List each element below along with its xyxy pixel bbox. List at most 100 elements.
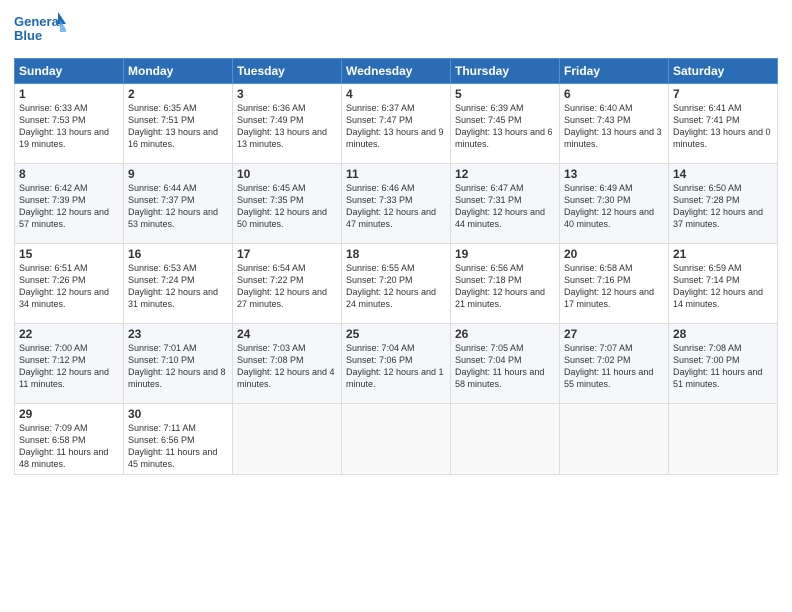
day-info: Sunrise: 6:58 AMSunset: 7:16 PMDaylight:… [564, 262, 664, 311]
day-number: 23 [128, 327, 228, 341]
svg-text:General: General [14, 14, 62, 29]
calendar-cell: 13Sunrise: 6:49 AMSunset: 7:30 PMDayligh… [560, 164, 669, 244]
day-info: Sunrise: 7:03 AMSunset: 7:08 PMDaylight:… [237, 342, 337, 391]
day-info: Sunrise: 7:11 AMSunset: 6:56 PMDaylight:… [128, 422, 228, 471]
calendar-cell: 17Sunrise: 6:54 AMSunset: 7:22 PMDayligh… [233, 244, 342, 324]
day-number: 29 [19, 407, 119, 421]
calendar-cell [451, 404, 560, 475]
day-number: 26 [455, 327, 555, 341]
calendar-cell: 19Sunrise: 6:56 AMSunset: 7:18 PMDayligh… [451, 244, 560, 324]
day-info: Sunrise: 6:39 AMSunset: 7:45 PMDaylight:… [455, 102, 555, 151]
day-info: Sunrise: 6:53 AMSunset: 7:24 PMDaylight:… [128, 262, 228, 311]
day-number: 15 [19, 247, 119, 261]
day-info: Sunrise: 6:50 AMSunset: 7:28 PMDaylight:… [673, 182, 773, 231]
day-info: Sunrise: 7:04 AMSunset: 7:06 PMDaylight:… [346, 342, 446, 391]
day-number: 4 [346, 87, 446, 101]
calendar-cell: 26Sunrise: 7:05 AMSunset: 7:04 PMDayligh… [451, 324, 560, 404]
day-info: Sunrise: 6:47 AMSunset: 7:31 PMDaylight:… [455, 182, 555, 231]
col-header-monday: Monday [124, 59, 233, 84]
day-number: 5 [455, 87, 555, 101]
day-number: 27 [564, 327, 664, 341]
calendar-cell [233, 404, 342, 475]
page-container: General Blue SundayMondayTuesdayWednesda… [0, 0, 792, 612]
col-header-tuesday: Tuesday [233, 59, 342, 84]
calendar-week-1: 1Sunrise: 6:33 AMSunset: 7:53 PMDaylight… [15, 84, 778, 164]
calendar-cell: 5Sunrise: 6:39 AMSunset: 7:45 PMDaylight… [451, 84, 560, 164]
col-header-sunday: Sunday [15, 59, 124, 84]
calendar-cell: 22Sunrise: 7:00 AMSunset: 7:12 PMDayligh… [15, 324, 124, 404]
calendar-cell: 8Sunrise: 6:42 AMSunset: 7:39 PMDaylight… [15, 164, 124, 244]
day-number: 10 [237, 167, 337, 181]
calendar-cell: 7Sunrise: 6:41 AMSunset: 7:41 PMDaylight… [669, 84, 778, 164]
day-info: Sunrise: 6:42 AMSunset: 7:39 PMDaylight:… [19, 182, 119, 231]
logo: General Blue [14, 10, 66, 50]
day-number: 30 [128, 407, 228, 421]
day-number: 17 [237, 247, 337, 261]
calendar-cell: 14Sunrise: 6:50 AMSunset: 7:28 PMDayligh… [669, 164, 778, 244]
col-header-thursday: Thursday [451, 59, 560, 84]
day-info: Sunrise: 6:40 AMSunset: 7:43 PMDaylight:… [564, 102, 664, 151]
calendar-cell: 29Sunrise: 7:09 AMSunset: 6:58 PMDayligh… [15, 404, 124, 475]
day-number: 20 [564, 247, 664, 261]
day-number: 7 [673, 87, 773, 101]
calendar-cell: 28Sunrise: 7:08 AMSunset: 7:00 PMDayligh… [669, 324, 778, 404]
day-info: Sunrise: 7:07 AMSunset: 7:02 PMDaylight:… [564, 342, 664, 391]
calendar-cell: 6Sunrise: 6:40 AMSunset: 7:43 PMDaylight… [560, 84, 669, 164]
calendar-cell: 25Sunrise: 7:04 AMSunset: 7:06 PMDayligh… [342, 324, 451, 404]
day-info: Sunrise: 6:41 AMSunset: 7:41 PMDaylight:… [673, 102, 773, 151]
calendar-cell: 30Sunrise: 7:11 AMSunset: 6:56 PMDayligh… [124, 404, 233, 475]
day-info: Sunrise: 6:56 AMSunset: 7:18 PMDaylight:… [455, 262, 555, 311]
day-number: 3 [237, 87, 337, 101]
day-info: Sunrise: 7:05 AMSunset: 7:04 PMDaylight:… [455, 342, 555, 391]
calendar-header-row: SundayMondayTuesdayWednesdayThursdayFrid… [15, 59, 778, 84]
calendar-cell [342, 404, 451, 475]
day-number: 28 [673, 327, 773, 341]
day-info: Sunrise: 6:49 AMSunset: 7:30 PMDaylight:… [564, 182, 664, 231]
day-info: Sunrise: 6:44 AMSunset: 7:37 PMDaylight:… [128, 182, 228, 231]
day-number: 21 [673, 247, 773, 261]
day-number: 25 [346, 327, 446, 341]
day-number: 16 [128, 247, 228, 261]
day-info: Sunrise: 6:45 AMSunset: 7:35 PMDaylight:… [237, 182, 337, 231]
day-number: 2 [128, 87, 228, 101]
calendar-table: SundayMondayTuesdayWednesdayThursdayFrid… [14, 58, 778, 475]
day-number: 13 [564, 167, 664, 181]
header: General Blue [14, 10, 778, 50]
calendar-week-5: 29Sunrise: 7:09 AMSunset: 6:58 PMDayligh… [15, 404, 778, 475]
calendar-cell: 27Sunrise: 7:07 AMSunset: 7:02 PMDayligh… [560, 324, 669, 404]
day-number: 6 [564, 87, 664, 101]
logo-icon: General Blue [14, 10, 66, 50]
day-info: Sunrise: 7:09 AMSunset: 6:58 PMDaylight:… [19, 422, 119, 471]
calendar-cell: 3Sunrise: 6:36 AMSunset: 7:49 PMDaylight… [233, 84, 342, 164]
calendar-week-2: 8Sunrise: 6:42 AMSunset: 7:39 PMDaylight… [15, 164, 778, 244]
calendar-cell: 20Sunrise: 6:58 AMSunset: 7:16 PMDayligh… [560, 244, 669, 324]
day-info: Sunrise: 6:36 AMSunset: 7:49 PMDaylight:… [237, 102, 337, 151]
col-header-wednesday: Wednesday [342, 59, 451, 84]
day-info: Sunrise: 7:00 AMSunset: 7:12 PMDaylight:… [19, 342, 119, 391]
calendar-cell: 4Sunrise: 6:37 AMSunset: 7:47 PMDaylight… [342, 84, 451, 164]
calendar-week-3: 15Sunrise: 6:51 AMSunset: 7:26 PMDayligh… [15, 244, 778, 324]
day-info: Sunrise: 6:37 AMSunset: 7:47 PMDaylight:… [346, 102, 446, 151]
calendar-cell: 10Sunrise: 6:45 AMSunset: 7:35 PMDayligh… [233, 164, 342, 244]
day-number: 1 [19, 87, 119, 101]
calendar-cell: 2Sunrise: 6:35 AMSunset: 7:51 PMDaylight… [124, 84, 233, 164]
calendar-cell: 11Sunrise: 6:46 AMSunset: 7:33 PMDayligh… [342, 164, 451, 244]
svg-text:Blue: Blue [14, 28, 42, 43]
col-header-saturday: Saturday [669, 59, 778, 84]
day-info: Sunrise: 7:01 AMSunset: 7:10 PMDaylight:… [128, 342, 228, 391]
calendar-cell [669, 404, 778, 475]
day-info: Sunrise: 6:59 AMSunset: 7:14 PMDaylight:… [673, 262, 773, 311]
calendar-cell: 21Sunrise: 6:59 AMSunset: 7:14 PMDayligh… [669, 244, 778, 324]
calendar-cell: 18Sunrise: 6:55 AMSunset: 7:20 PMDayligh… [342, 244, 451, 324]
day-info: Sunrise: 6:51 AMSunset: 7:26 PMDaylight:… [19, 262, 119, 311]
day-number: 14 [673, 167, 773, 181]
day-info: Sunrise: 6:35 AMSunset: 7:51 PMDaylight:… [128, 102, 228, 151]
calendar-cell: 16Sunrise: 6:53 AMSunset: 7:24 PMDayligh… [124, 244, 233, 324]
calendar-cell: 24Sunrise: 7:03 AMSunset: 7:08 PMDayligh… [233, 324, 342, 404]
calendar-cell: 9Sunrise: 6:44 AMSunset: 7:37 PMDaylight… [124, 164, 233, 244]
day-info: Sunrise: 7:08 AMSunset: 7:00 PMDaylight:… [673, 342, 773, 391]
day-number: 18 [346, 247, 446, 261]
calendar-cell [560, 404, 669, 475]
calendar-cell: 12Sunrise: 6:47 AMSunset: 7:31 PMDayligh… [451, 164, 560, 244]
day-number: 12 [455, 167, 555, 181]
